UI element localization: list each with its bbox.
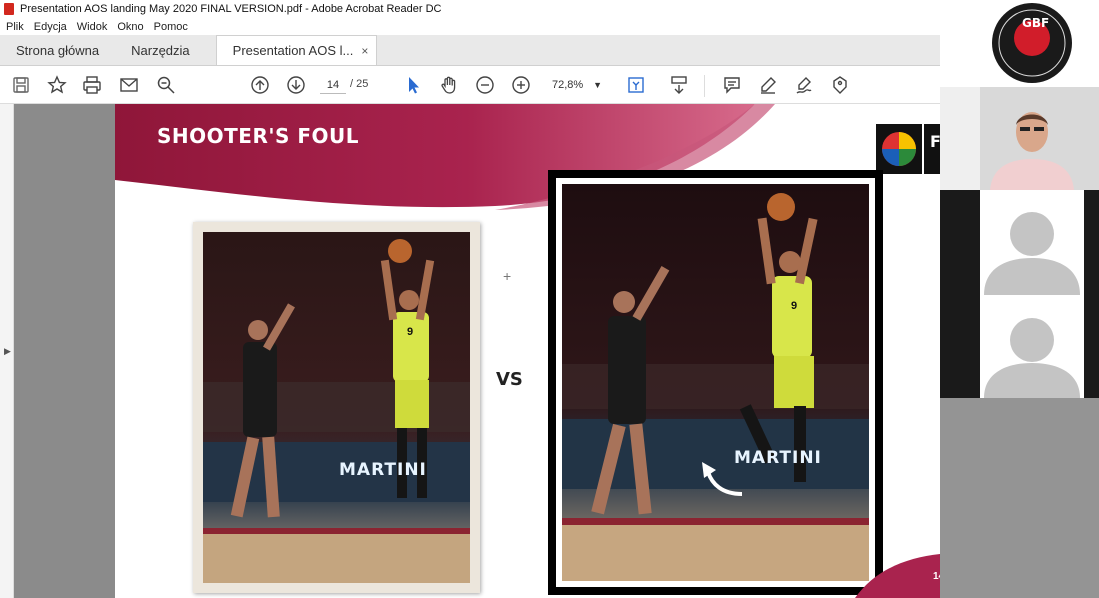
stamp-icon[interactable] — [828, 73, 852, 97]
crosshair-cursor-icon: + — [503, 268, 512, 284]
star-icon[interactable] — [45, 73, 69, 97]
zoom-level-dropdown[interactable]: 72,8% ▼ — [544, 75, 608, 95]
video-panel-background — [940, 398, 1099, 598]
chevron-right-icon[interactable]: ▶ — [4, 346, 11, 357]
basketball-photo-left — [203, 232, 470, 583]
page-number-input[interactable]: 14 — [320, 76, 346, 94]
window-title: Presentation AOS landing May 2020 FINAL … — [20, 3, 442, 15]
participant-tile[interactable] — [940, 190, 1099, 295]
comment-icon[interactable] — [720, 73, 744, 97]
page-corner-swoosh — [855, 554, 940, 598]
slide-title: SHOOTER'S FOUL — [157, 124, 359, 148]
brand-text-left: MARTINI — [339, 460, 427, 480]
menu-bar: Plik Edycja Widok Okno Pomoc — [0, 18, 940, 35]
participant-tile[interactable] — [940, 295, 1099, 398]
close-tab-icon[interactable]: × — [361, 44, 368, 58]
toolbar-divider — [704, 75, 705, 97]
hand-icon[interactable] — [437, 73, 461, 97]
organization-logo-tile: GBF — [940, 0, 1099, 87]
menu-window[interactable]: Okno — [117, 21, 143, 33]
left-panel-toggle[interactable]: ▶ — [0, 104, 14, 598]
tab-tools[interactable]: Narzędzia — [115, 35, 206, 65]
mail-icon[interactable] — [117, 73, 141, 97]
page-up-icon[interactable] — [248, 73, 272, 97]
menu-help[interactable]: Pomoc — [154, 21, 188, 33]
select-arrow-icon[interactable] — [401, 73, 425, 97]
menu-edit[interactable]: Edycja — [34, 21, 67, 33]
sign-icon[interactable] — [792, 73, 816, 97]
window-titlebar: Presentation AOS landing May 2020 FINAL … — [0, 0, 940, 18]
fiba-logo-letter: F — [930, 132, 940, 151]
menu-view[interactable]: Widok — [77, 21, 108, 33]
photo-frame-right: MARTINI 9 — [548, 170, 883, 595]
fit-page-icon[interactable] — [624, 73, 648, 97]
video-call-panel: GBF — [940, 0, 1099, 598]
save-icon[interactable] — [9, 73, 33, 97]
zoom-out-icon[interactable] — [473, 73, 497, 97]
acrobat-pdf-icon — [4, 3, 14, 15]
scroll-mode-icon[interactable] — [667, 73, 691, 97]
page-total: / 25 — [350, 78, 369, 90]
brand-text-right: MARTINI — [734, 448, 822, 468]
chevron-down-icon: ▼ — [593, 80, 602, 90]
photo-frame-left: MARTINI 9 — [193, 222, 480, 593]
presenter-video[interactable] — [940, 87, 1099, 190]
tab-bar: Strona główna Narzędzia Presentation AOS… — [0, 35, 940, 66]
jersey-number-left: 9 — [407, 326, 414, 338]
main-toolbar: 14 / 25 72,8% ▼ — [0, 66, 940, 104]
slide-page-number: 14 — [933, 571, 940, 582]
tab-document-label: Presentation AOS l... — [232, 43, 354, 58]
basketball-photo-right — [562, 184, 869, 581]
pdf-page: SHOOTER'S FOUL F MARTINI 9 VS + MARTINI … — [115, 104, 940, 598]
tab-home[interactable]: Strona główna — [0, 35, 115, 65]
print-icon[interactable] — [80, 73, 104, 97]
organization-logo-text: GBF — [1022, 16, 1050, 30]
highlight-icon[interactable] — [756, 73, 780, 97]
tab-document[interactable]: Presentation AOS l... × — [215, 35, 378, 65]
zoom-in-icon[interactable] — [509, 73, 533, 97]
search-zoom-icon[interactable] — [154, 73, 178, 97]
menu-file[interactable]: Plik — [6, 21, 24, 33]
vs-label: VS — [496, 369, 523, 390]
page-down-icon[interactable] — [284, 73, 308, 97]
jersey-number-right: 9 — [791, 300, 798, 312]
